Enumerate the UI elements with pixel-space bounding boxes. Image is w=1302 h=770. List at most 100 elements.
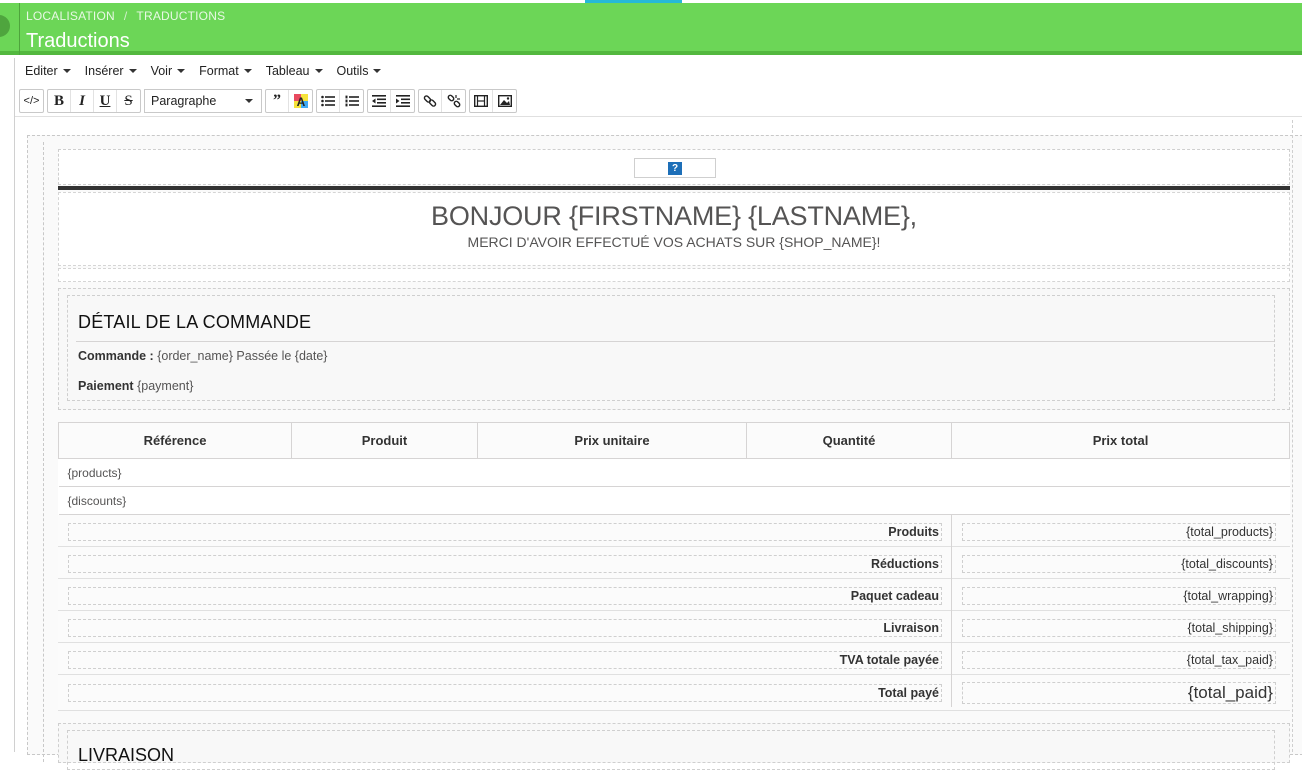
toolbar-group-quote-color: ” A	[265, 89, 313, 113]
total-label: TVA totale payée	[68, 651, 942, 669]
italic-icon[interactable]: I	[71, 90, 94, 112]
breadcrumb-separator: /	[123, 9, 128, 23]
payment-label: Paiement	[78, 379, 134, 393]
chevron-down-icon	[373, 69, 382, 73]
total-row-wrapping: Paquet cadeau {total_wrapping}	[58, 579, 1290, 611]
products-table: Référence Produit Prix unitaire Quantité…	[58, 422, 1290, 515]
column-header-quantity: Quantité	[746, 422, 952, 459]
unlink-icon[interactable]	[442, 90, 465, 112]
menu-outils[interactable]: Outils	[337, 64, 382, 78]
toolbar-group-code: </>	[19, 89, 44, 113]
toolbar-group-lists	[316, 89, 364, 113]
total-value: {total_paid}	[962, 682, 1276, 704]
menu-label: Format	[199, 64, 239, 78]
total-row-shipping: Livraison {total_shipping}	[58, 611, 1290, 643]
order-label: Commande :	[78, 349, 154, 363]
link-glyph	[423, 95, 437, 107]
greeting-heading: BONJOUR {FIRSTNAME} {LASTNAME},	[431, 201, 917, 231]
totals-section: Produits {total_products} Réductions {to…	[58, 515, 1290, 711]
discounts-placeholder: {discounts}	[58, 486, 1290, 515]
strikethrough-icon[interactable]: S	[117, 90, 140, 112]
column-divider	[951, 611, 952, 643]
total-row-discounts: Réductions {total_discounts}	[58, 547, 1290, 579]
menu-inserer[interactable]: Insérer	[85, 64, 137, 78]
toolbar-divider	[15, 116, 1302, 117]
text-color-icon[interactable]: A	[289, 90, 312, 112]
text-color-glyph: A	[293, 94, 308, 109]
code-icon[interactable]: </>	[20, 90, 43, 112]
order-line: Commande : {order_name} Passée le {date}	[78, 349, 327, 363]
outdent-icon[interactable]	[368, 90, 391, 112]
products-placeholder: {products}	[58, 458, 1290, 487]
indent-glyph	[395, 95, 410, 107]
menu-label: Outils	[336, 64, 369, 78]
shipping-box: LIVRAISON	[58, 723, 1290, 770]
column-divider	[951, 643, 952, 675]
column-header-product: Produit	[291, 422, 478, 459]
blockquote-icon[interactable]: ”	[266, 90, 289, 112]
menu-tableau[interactable]: Tableau	[266, 64, 323, 78]
table-row: {discounts}	[58, 486, 1290, 515]
image-glyph	[497, 95, 512, 107]
bold-icon[interactable]: B	[48, 90, 71, 112]
underline-icon[interactable]: U	[94, 90, 117, 112]
total-value: {total_products}	[962, 523, 1276, 541]
chevron-down-icon	[245, 99, 253, 103]
svg-text:A: A	[296, 95, 305, 109]
menu-label: Tableau	[265, 64, 310, 78]
menu-label: Insérer	[84, 64, 124, 78]
total-label: Livraison	[68, 619, 942, 637]
total-label: Réductions	[68, 555, 942, 573]
media-icon[interactable]	[470, 90, 493, 112]
shipping-inner: LIVRAISON	[67, 730, 1275, 770]
menu-label: Voir	[150, 64, 173, 78]
right-frame-edge	[1292, 120, 1293, 752]
page-header: LOCALISATION / TRADUCTIONS Traductions	[0, 3, 1302, 55]
unlink-glyph	[447, 94, 460, 108]
editor-menubar: Editer Insérer Voir Format Tableau Outil…	[15, 60, 395, 82]
outdent-glyph	[372, 95, 386, 107]
header-divider	[58, 186, 1290, 190]
chevron-down-icon	[177, 69, 186, 73]
breadcrumb-traductions[interactable]: TRADUCTIONS	[136, 9, 225, 23]
order-details-title: DÉTAIL DE LA COMMANDE	[78, 312, 312, 332]
shop-logo[interactable]: ?	[634, 158, 716, 178]
menu-label: Editer	[25, 64, 58, 78]
breadcrumb-localisation[interactable]: LOCALISATION	[26, 9, 115, 23]
indent-icon[interactable]	[391, 90, 414, 112]
menu-voir[interactable]: Voir	[151, 64, 186, 78]
header-side-tab[interactable]	[0, 3, 20, 55]
link-icon[interactable]	[419, 90, 442, 112]
column-header-unit-price: Prix unitaire	[477, 422, 747, 459]
order-details-inner: DÉTAIL DE LA COMMANDE Commande : {order_…	[67, 295, 1275, 401]
toolbar-group-text-style: B I U S	[47, 89, 141, 113]
numbered-list-icon[interactable]	[340, 90, 363, 112]
menu-format[interactable]: Format	[199, 64, 252, 78]
media-glyph	[474, 95, 488, 107]
order-details-divider	[76, 341, 1274, 342]
column-header-total-price: Prix total	[951, 422, 1290, 459]
missing-image-icon: ?	[668, 161, 682, 175]
total-value: {total_shipping}	[962, 619, 1276, 637]
total-label: Total payé	[68, 684, 942, 702]
block-format-select[interactable]: Paragraphe	[144, 89, 262, 113]
toolbar-group-links	[418, 89, 466, 113]
block-format-value: Paragraphe	[151, 94, 217, 108]
chevron-down-icon	[62, 69, 71, 73]
image-icon[interactable]	[493, 90, 516, 112]
chevron-down-icon	[128, 69, 137, 73]
logo-row: ?	[58, 149, 1290, 185]
spacer-row	[58, 268, 1290, 282]
menu-editer[interactable]: Editer	[25, 64, 71, 78]
bullet-list-glyph	[321, 95, 335, 107]
payment-value: {payment}	[137, 379, 194, 393]
toolbar-group-media	[469, 89, 517, 113]
column-divider	[951, 675, 952, 707]
total-row-tax: TVA totale payée {total_tax_paid}	[58, 643, 1290, 675]
total-value: {total_wrapping}	[962, 587, 1276, 605]
shipping-title: LIVRAISON	[78, 745, 175, 765]
table-row: {products}	[58, 458, 1290, 487]
total-row-paid: Total payé {total_paid}	[58, 675, 1290, 711]
column-header-reference: Référence	[58, 422, 292, 459]
bullet-list-icon[interactable]	[317, 90, 340, 112]
